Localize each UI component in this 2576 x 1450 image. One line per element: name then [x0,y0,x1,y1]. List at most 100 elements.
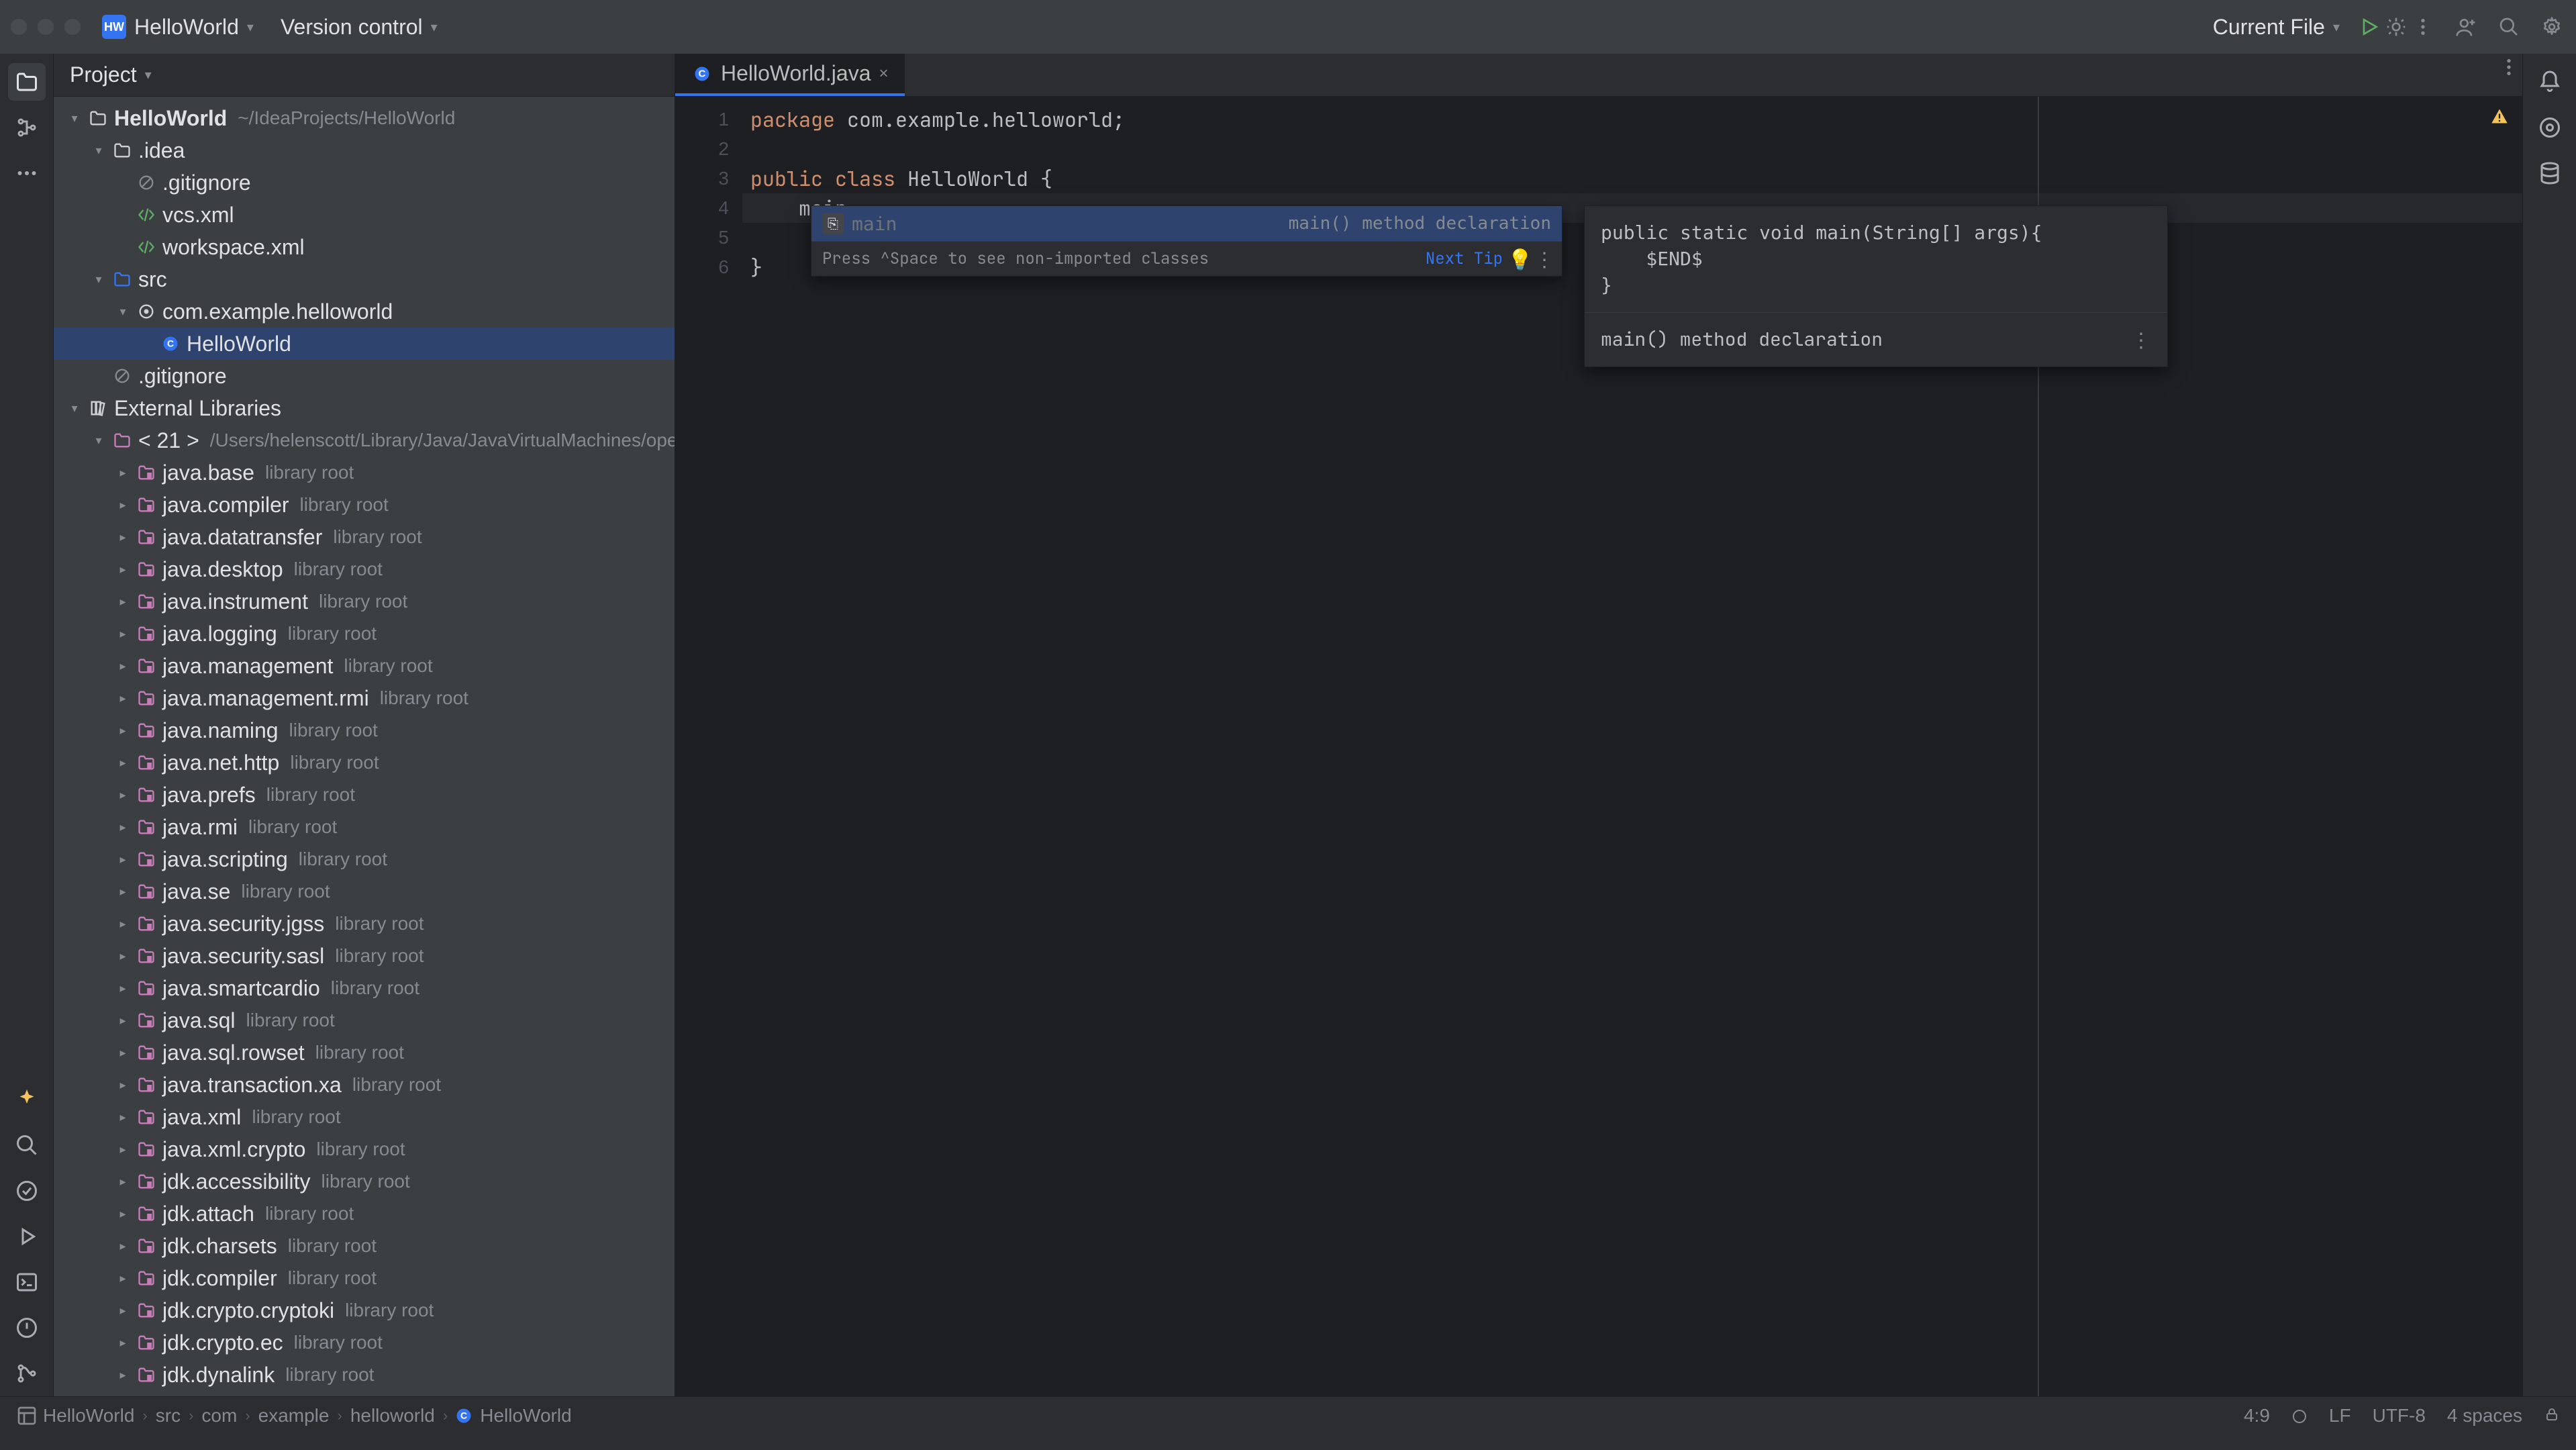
tree-row[interactable]: ▸java.transaction.xalibrary root [54,1069,675,1101]
chevron-down-icon[interactable]: ▾ [115,304,130,319]
chevron-right-icon[interactable]: ▸ [115,852,130,867]
tree-row[interactable]: ▸jdk.charsetslibrary root [54,1230,675,1262]
tree-row[interactable]: ▾com.example.helloworld [54,295,675,328]
indent-setting[interactable]: 4 spaces [2447,1405,2522,1427]
chevron-right-icon[interactable]: ▸ [115,884,130,899]
project-tree[interactable]: ▾HelloWorld~/IdeaProjects/HelloWorld▾.id… [54,97,675,1396]
chevron-right-icon[interactable]: ▸ [115,465,130,480]
tree-row[interactable]: .gitignore [54,166,675,199]
run-config-dropdown[interactable]: Current File ▾ [2213,15,2340,40]
chevron-right-icon[interactable]: ▸ [115,1174,130,1189]
tree-row[interactable]: ▸java.xmllibrary root [54,1101,675,1133]
chevron-right-icon[interactable]: ▸ [115,916,130,931]
project-tool-button[interactable] [8,63,46,101]
chevron-right-icon[interactable]: ▸ [115,594,130,609]
chevron-right-icon[interactable]: ▸ [115,787,130,802]
notifications-tool-button[interactable] [2531,63,2569,101]
tree-row[interactable]: ▸jdk.attachlibrary root [54,1198,675,1230]
doc-more-button[interactable]: ⋮ [2131,326,2151,353]
tree-row[interactable]: ▾< 21 >/Users/helenscott/Library/Java/Ja… [54,424,675,456]
chevron-down-icon[interactable]: ▾ [91,143,106,158]
lock-icon[interactable] [2544,1403,2560,1428]
tree-row[interactable]: ▸java.security.sasllibrary root [54,940,675,972]
completion-item[interactable]: ⎘ main main() method declaration [811,206,1562,241]
chevron-right-icon[interactable]: ▸ [115,1110,130,1124]
breadcrumb-item[interactable]: src [156,1405,181,1427]
chevron-right-icon[interactable]: ▸ [115,1045,130,1060]
file-encoding[interactable]: UTF-8 [2373,1405,2426,1427]
chevron-right-icon[interactable]: ▸ [115,497,130,512]
ai-assistant-button[interactable] [2531,109,2569,146]
caret-position[interactable]: 4:9 [2244,1405,2270,1427]
breadcrumb-item[interactable]: com [201,1405,237,1427]
tree-row[interactable]: ▸jdk.accessibilitylibrary root [54,1165,675,1198]
tool-windows-toggle-button[interactable] [16,1405,38,1427]
tree-row[interactable]: ▸java.desktoplibrary root [54,553,675,585]
chevron-right-icon[interactable]: ▸ [115,1335,130,1350]
tree-row[interactable]: ▸java.datatransferlibrary root [54,521,675,553]
tree-row[interactable]: ▸java.naminglibrary root [54,714,675,746]
tree-row[interactable]: ▸java.smartcardiolibrary root [54,972,675,1004]
problems-tool-button[interactable] [8,1309,46,1347]
tree-row[interactable]: ▸java.managementlibrary root [54,650,675,682]
close-tab-button[interactable]: × [879,64,889,83]
chevron-right-icon[interactable]: ▸ [115,981,130,996]
tree-row[interactable]: ▸java.logginglibrary root [54,618,675,650]
breadcrumb-item[interactable]: HelloWorld [480,1405,571,1427]
editor-tab[interactable]: C HelloWorld.java × [675,54,905,96]
chevron-right-icon[interactable]: ▸ [115,1239,130,1253]
editor-body[interactable]: 123456 package com.example.helloworld; p… [675,97,2522,1396]
readonly-toggle[interactable] [2291,1405,2308,1427]
chevron-right-icon[interactable]: ▸ [115,1271,130,1286]
line-separator[interactable]: LF [2329,1405,2351,1427]
vcs-tool-button[interactable] [8,1355,46,1392]
tree-row[interactable]: ▸java.management.rmilibrary root [54,682,675,714]
tree-row[interactable]: ▸java.net.httplibrary root [54,746,675,779]
tree-row[interactable]: vcs.xml [54,199,675,231]
chevron-right-icon[interactable]: ▸ [115,530,130,544]
tab-more-button[interactable] [2495,54,2522,81]
chevron-right-icon[interactable]: ▸ [115,820,130,834]
todo-tool-button[interactable] [8,1172,46,1210]
chevron-right-icon[interactable]: ▸ [115,1206,130,1221]
chevron-right-icon[interactable]: ▸ [115,562,130,577]
tree-row[interactable]: ▸java.instrumentlibrary root [54,585,675,618]
tree-row[interactable]: ▸java.sql.rowsetlibrary root [54,1036,675,1069]
database-tool-button[interactable] [2531,154,2569,192]
tree-row[interactable]: ▾src [54,263,675,295]
more-actions-button[interactable] [2410,13,2436,40]
tree-row[interactable]: .gitignore [54,360,675,392]
code-pane[interactable]: package com.example.helloworld; public c… [742,97,2522,1396]
breadcrumb-item[interactable]: HelloWorld [43,1405,134,1427]
project-dropdown[interactable]: HelloWorld ▾ [134,15,254,40]
tree-row[interactable]: ▸java.prefslibrary root [54,779,675,811]
tree-row[interactable]: ▸java.compilerlibrary root [54,489,675,521]
close-window-icon[interactable] [11,19,27,35]
debug-button[interactable] [2383,13,2410,40]
tree-row[interactable]: ▸jdk.crypto.eclibrary root [54,1326,675,1359]
more-tool-button[interactable] [8,154,46,192]
vcs-dropdown[interactable]: Version control ▾ [281,15,438,40]
chevron-right-icon[interactable]: ▸ [115,1303,130,1318]
tree-row[interactable]: workspace.xml [54,231,675,263]
tree-row[interactable]: ▸java.baselibrary root [54,456,675,489]
tree-row[interactable]: ▸java.rmilibrary root [54,811,675,843]
tree-row[interactable]: ▸java.xml.cryptolibrary root [54,1133,675,1165]
chevron-right-icon[interactable]: ▸ [115,1013,130,1028]
terminal-tool-button[interactable] [8,1263,46,1301]
chevron-down-icon[interactable]: ▾ [91,272,106,287]
ai-tool-button[interactable] [8,1081,46,1118]
project-panel-header[interactable]: Project ▾ [54,54,675,97]
tree-row[interactable]: ▸jdk.crypto.cryptokilibrary root [54,1294,675,1326]
chevron-right-icon[interactable]: ▸ [115,949,130,963]
tree-row[interactable]: ▾External Libraries [54,392,675,424]
tree-row[interactable]: ▸jdk.dynalinklibrary root [54,1359,675,1391]
tree-row[interactable]: ▸java.security.jgsslibrary root [54,908,675,940]
chevron-right-icon[interactable]: ▸ [115,755,130,770]
minimize-window-icon[interactable] [38,19,54,35]
chevron-right-icon[interactable]: ▸ [115,1077,130,1092]
tree-row[interactable]: ▾.idea [54,134,675,166]
maximize-window-icon[interactable] [64,19,81,35]
services-tool-button[interactable] [8,1218,46,1255]
breadcrumb-item[interactable]: helloworld [350,1405,435,1427]
